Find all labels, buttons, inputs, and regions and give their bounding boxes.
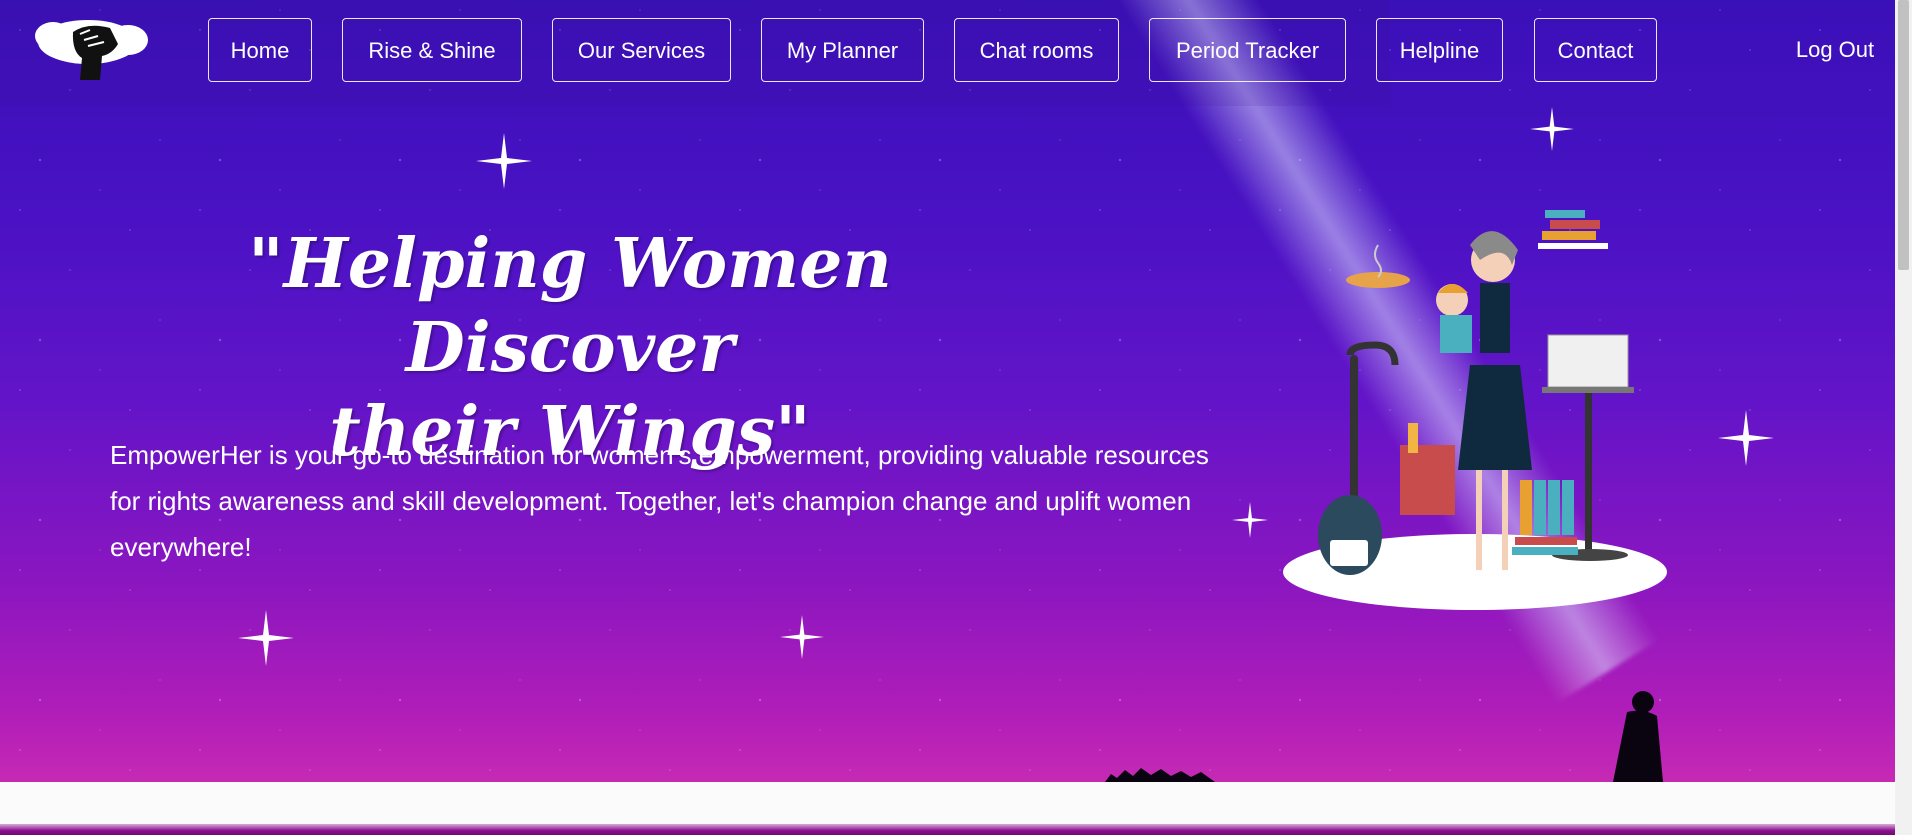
person-silhouette (1613, 691, 1663, 782)
sparkle-icon (1232, 502, 1268, 538)
sparkle-icon (238, 610, 294, 666)
log-out-link[interactable]: Log Out (1780, 18, 1890, 82)
nav-home-button[interactable]: Home (208, 18, 312, 82)
hero-section: Home Rise & Shine Our Services My Planne… (0, 0, 1895, 782)
scrollbar-thumb[interactable] (1898, 0, 1909, 270)
nav-my-planner-button[interactable]: My Planner (761, 18, 924, 82)
nav-chat-rooms-button[interactable]: Chat rooms (954, 18, 1119, 82)
multitasking-woman-illustration (1283, 210, 1667, 610)
raised-fist-logo-icon[interactable] (28, 14, 153, 80)
nav-helpline-button[interactable]: Helpline (1376, 18, 1503, 82)
sparkle-icon (476, 133, 532, 189)
nav-rise-shine-button[interactable]: Rise & Shine (342, 18, 522, 82)
nav-contact-button[interactable]: Contact (1534, 18, 1657, 82)
nav-period-tracker-button[interactable]: Period Tracker (1149, 18, 1346, 82)
sparkle-icon (780, 615, 824, 659)
nav-our-services-button[interactable]: Our Services (552, 18, 731, 82)
hero-headline-line1: "Helping Women Discover (248, 224, 892, 388)
section-divider (0, 824, 1895, 835)
tree-silhouette (1105, 768, 1215, 782)
hero-description: EmpowerHer is your go-to destination for… (110, 440, 1209, 562)
sparkle-icon (1718, 410, 1774, 466)
sparkle-icon (1530, 107, 1574, 151)
